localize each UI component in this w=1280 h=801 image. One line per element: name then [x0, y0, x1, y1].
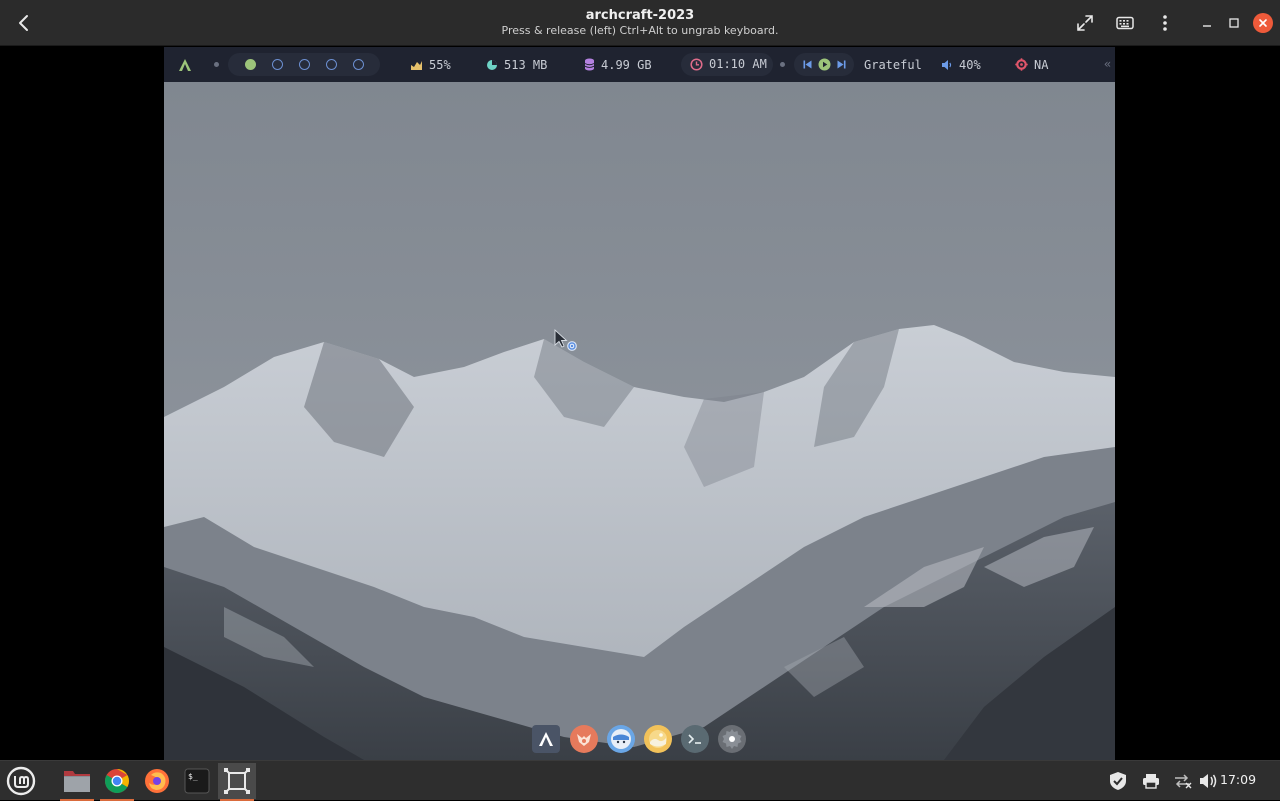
- taskbar-firefox[interactable]: [138, 763, 176, 799]
- network-value: NA: [1034, 57, 1049, 72]
- memory-module: 513 MB: [486, 47, 547, 82]
- mountain-wallpaper: [164, 47, 1115, 760]
- dock: [530, 724, 748, 756]
- menu-button[interactable]: [1153, 11, 1177, 35]
- firefox-icon: [577, 734, 591, 746]
- network-gear-icon: [1015, 58, 1028, 71]
- dock-image-viewer[interactable]: [644, 725, 672, 753]
- archcraft-logo-icon: [179, 58, 191, 71]
- clock-icon: [690, 58, 703, 71]
- clock-module: 01:10 AM: [681, 53, 773, 76]
- previous-track-icon[interactable]: [803, 60, 812, 69]
- close-button[interactable]: [1253, 13, 1273, 33]
- dock-terminal[interactable]: [681, 725, 709, 753]
- workspaces-module: [228, 53, 380, 76]
- archcraft-icon: [539, 732, 553, 746]
- close-icon: [1259, 19, 1267, 27]
- tray-printer[interactable]: [1139, 769, 1163, 793]
- mint-menu-button[interactable]: [2, 763, 40, 799]
- workspace-5[interactable]: [353, 59, 364, 70]
- maximize-icon: [1229, 18, 1239, 28]
- keyboard-button[interactable]: [1113, 11, 1137, 35]
- minimize-button[interactable]: [1195, 11, 1219, 35]
- svg-text:$_: $_: [188, 772, 198, 781]
- fullscreen-button[interactable]: [1073, 11, 1097, 35]
- separator-dot: [214, 62, 219, 67]
- tray-toggle-icon[interactable]: «: [1104, 57, 1111, 71]
- taskbar-terminal[interactable]: $_: [178, 763, 216, 799]
- cpu-module: 55%: [410, 47, 451, 82]
- window-subtitle: Press & release (left) Ctrl+Alt to ungra…: [501, 24, 779, 37]
- keyboard-icon: [1116, 16, 1134, 30]
- volume-module[interactable]: 40%: [941, 47, 981, 82]
- dock-file-manager[interactable]: [607, 725, 635, 753]
- back-arrow-icon: [19, 15, 28, 31]
- guest-display[interactable]: 55% 513 MB 4.99 GB 01:10 AM Grateful 40%…: [164, 47, 1115, 760]
- taskbar-files[interactable]: [58, 763, 96, 801]
- settings-icon: [722, 729, 742, 749]
- media-controls-module: [794, 53, 854, 76]
- memory-value: 513 MB: [504, 57, 548, 72]
- pie-chart-icon: [487, 59, 497, 70]
- window-titlebar: archcraft-2023 Press & release (left) Ct…: [0, 0, 1280, 46]
- fullscreen-icon: [1077, 15, 1093, 31]
- tray-shield[interactable]: [1106, 769, 1130, 793]
- tray-volume[interactable]: [1196, 769, 1220, 793]
- files-icon: [64, 771, 90, 792]
- volume-value: 40%: [959, 57, 981, 72]
- shield-icon: [1110, 772, 1126, 790]
- workspace-3[interactable]: [299, 59, 310, 70]
- taskbar-gnome-boxes[interactable]: [218, 763, 256, 801]
- image-viewer-icon: [649, 730, 667, 748]
- window-title-block: archcraft-2023 Press & release (left) Ct…: [340, 8, 940, 38]
- maximize-button[interactable]: [1222, 11, 1246, 35]
- clock-value: 01:10 AM: [709, 57, 767, 71]
- polybar: 55% 513 MB 4.99 GB 01:10 AM Grateful 40%…: [164, 47, 1115, 82]
- back-button[interactable]: [10, 9, 38, 37]
- mint-menu-icon: [6, 766, 36, 796]
- dock-settings[interactable]: [718, 725, 746, 753]
- tray-network[interactable]: [1170, 769, 1194, 793]
- gnome-boxes-icon: [224, 768, 250, 794]
- track-title-module: Grateful: [864, 47, 922, 82]
- chart-area-icon: [411, 60, 422, 70]
- terminal-icon: [688, 734, 701, 744]
- minimize-icon: [1203, 25, 1211, 27]
- volume-icon: [942, 59, 952, 70]
- next-track-icon[interactable]: [837, 60, 846, 69]
- terminal-icon: $_: [184, 768, 210, 794]
- printer-icon: [1143, 774, 1159, 789]
- firefox-icon: [145, 769, 169, 793]
- window-title: archcraft-2023: [585, 8, 695, 23]
- play-icon[interactable]: [818, 58, 831, 71]
- volume-icon: [1200, 774, 1217, 788]
- chrome-icon: [104, 769, 129, 794]
- network-icon: [1175, 774, 1192, 789]
- workspace-1[interactable]: [245, 59, 256, 70]
- workspace-4[interactable]: [326, 59, 337, 70]
- cpu-value: 55%: [429, 57, 451, 72]
- taskbar: $_ 17:09: [0, 760, 1280, 801]
- taskbar-clock[interactable]: 17:09: [1220, 772, 1256, 787]
- file-manager-icon: [611, 729, 631, 749]
- taskbar-chrome[interactable]: [98, 763, 136, 801]
- kebab-menu-icon: [1163, 15, 1167, 31]
- disk-value: 4.99 GB: [601, 57, 652, 72]
- disk-module: 4.99 GB: [584, 47, 652, 82]
- network-module[interactable]: NA: [1015, 47, 1048, 82]
- workspace-2[interactable]: [272, 59, 283, 70]
- mouse-pointer-icon: [554, 328, 577, 351]
- app-launcher-button[interactable]: [178, 47, 192, 82]
- database-icon: [584, 58, 595, 71]
- dock-archcraft[interactable]: [532, 725, 560, 753]
- separator-dot: [780, 62, 785, 67]
- track-title: Grateful: [864, 57, 922, 72]
- dock-firefox[interactable]: [570, 725, 598, 753]
